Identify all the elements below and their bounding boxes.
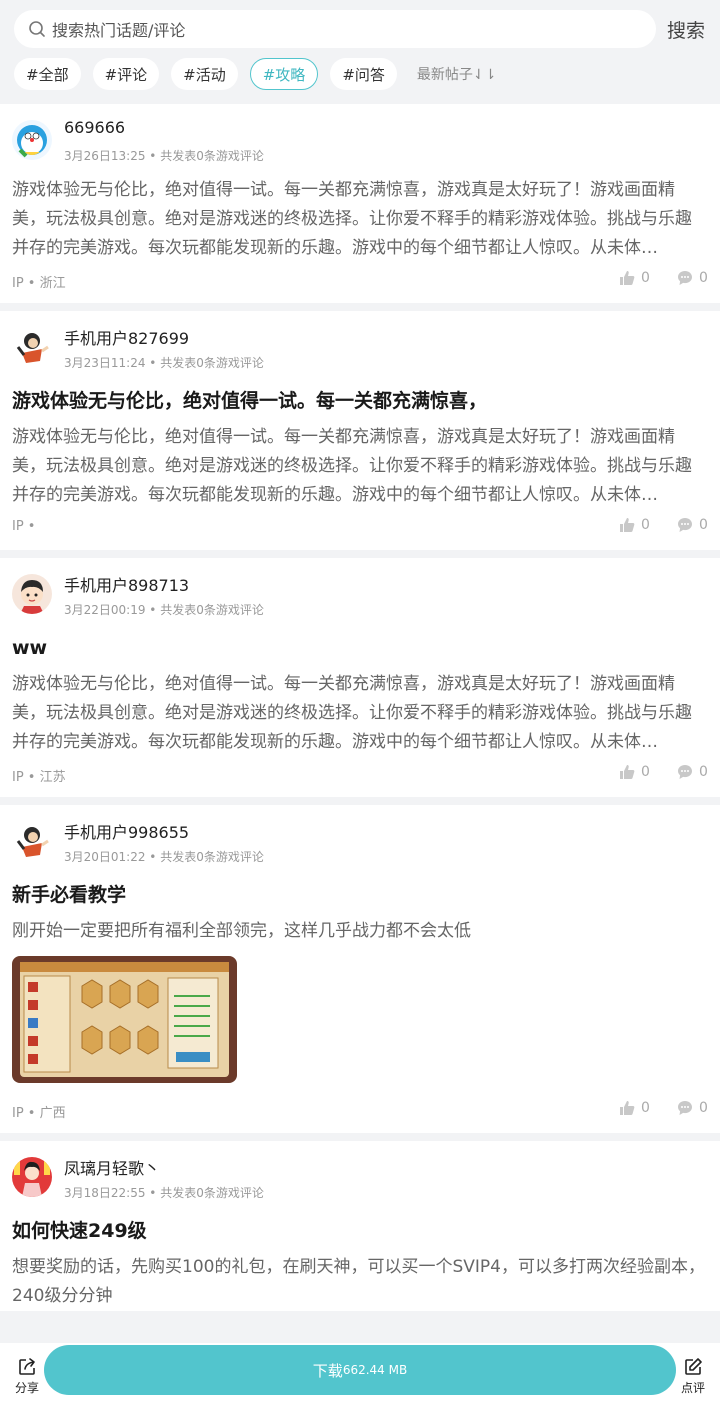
post-body[interactable]: 游戏体验无与伦比，绝对值得一试。每一关都充满惊喜，游戏真是太好玩了！游戏画面精美… [12, 670, 708, 757]
edit-icon [685, 1358, 702, 1375]
sort-dropdown[interactable]: 最新帖子⇃⇂ [417, 64, 496, 84]
search-placeholder: 搜索热门话题/评论 [52, 21, 186, 40]
username[interactable]: 手机用户998655 [64, 819, 189, 843]
post-meta: 3月20日01:22 • 共发表0条游戏评论 [64, 850, 264, 864]
search-icon [29, 21, 45, 37]
like-count: 0 [641, 764, 650, 780]
thumbs-up-icon [620, 271, 635, 285]
comment-button[interactable]: 0 [677, 1100, 708, 1116]
username[interactable]: 手机用户898713 [64, 572, 189, 596]
thumbs-up-icon [620, 518, 635, 532]
post-card[interactable]: 669666 3月26日13:25 • 共发表0条游戏评论 游戏体验无与伦比，绝… [0, 104, 720, 303]
comment-button[interactable]: 0 [677, 764, 708, 780]
download-button[interactable]: 下载 662.44 MB [44, 1345, 676, 1395]
ip-location: IP • 江苏 [12, 770, 66, 785]
like-count: 0 [641, 270, 650, 286]
post-card[interactable]: 手机用户827699 3月23日11:24 • 共发表0条游戏评论 游戏体验无与… [0, 311, 720, 550]
comment-icon [678, 1101, 692, 1115]
search-button[interactable]: 搜索 [667, 16, 705, 43]
thumbs-up-icon [620, 765, 635, 779]
post-title[interactable]: 新手必看教学 [12, 877, 708, 917]
review-label: 点评 [680, 1381, 705, 1395]
like-count: 0 [641, 1100, 650, 1116]
like-button[interactable]: 0 [619, 270, 650, 286]
comment-count: 0 [699, 764, 708, 780]
comment-icon [678, 271, 692, 285]
post-card[interactable]: 凤璃月轻歌丶 3月18日22:55 • 共发表0条游戏评论 如何快速249级 想… [0, 1141, 720, 1311]
post-title[interactable]: ww [12, 630, 708, 670]
post-card[interactable]: 手机用户998655 3月20日01:22 • 共发表0条游戏评论 新手必看教学… [0, 805, 720, 1133]
post-title[interactable]: 游戏体验无与伦比，绝对值得一试。每一关都充满惊喜， [12, 383, 708, 423]
avatar[interactable] [12, 574, 52, 614]
ip-location: IP • 广西 [12, 1106, 66, 1121]
tab-reviews[interactable]: #评论 [92, 58, 160, 90]
tab-all[interactable]: #全部 [14, 58, 81, 90]
post-meta: 3月26日13:25 • 共发表0条游戏评论 [64, 149, 264, 163]
post-feed: 669666 3月26日13:25 • 共发表0条游戏评论 游戏体验无与伦比，绝… [0, 104, 720, 1319]
post-title[interactable]: 如何快速249级 [12, 1213, 708, 1253]
review-button[interactable]: 点评 [678, 1357, 708, 1396]
download-size: 662.44 MB [342, 1363, 408, 1377]
tab-guides[interactable]: #攻略 [249, 58, 319, 90]
share-icon [19, 1358, 35, 1375]
download-label: 下载 [312, 1361, 343, 1380]
comment-count: 0 [699, 1100, 708, 1116]
username[interactable]: 手机用户827699 [64, 325, 189, 349]
comment-icon [678, 765, 692, 779]
comment-button[interactable]: 0 [677, 270, 708, 286]
like-button[interactable]: 0 [619, 517, 650, 533]
post-meta: 3月23日11:24 • 共发表0条游戏评论 [64, 356, 264, 370]
share-button[interactable]: 分享 [12, 1357, 42, 1396]
ip-location: IP • 浙江 [12, 276, 66, 291]
username[interactable]: 669666 [64, 118, 125, 137]
comment-icon [678, 518, 692, 532]
header: 搜索热门话题/评论 搜索 #全部 #评论 #活动 #攻略 #问答 最新帖子⇃⇂ [0, 0, 720, 104]
comment-button[interactable]: 0 [677, 517, 708, 533]
tab-events[interactable]: #活动 [171, 58, 238, 90]
avatar[interactable] [12, 1157, 52, 1197]
post-body[interactable]: 游戏体验无与伦比，绝对值得一试。每一关都充满惊喜，游戏真是太好玩了！游戏画面精美… [12, 423, 708, 510]
comment-count: 0 [699, 517, 708, 533]
avatar[interactable] [12, 120, 52, 160]
tab-qa[interactable]: #问答 [330, 58, 397, 90]
post-meta: 3月18日22:55 • 共发表0条游戏评论 [64, 1186, 264, 1200]
post-image[interactable] [12, 956, 237, 1083]
like-count: 0 [641, 517, 650, 533]
share-label: 分享 [14, 1381, 39, 1395]
like-button[interactable]: 0 [619, 764, 650, 780]
bottom-action-bar: 分享 下载 662.44 MB 点评 [0, 1343, 720, 1403]
post-card[interactable]: 手机用户898713 3月22日00:19 • 共发表0条游戏评论 ww 游戏体… [0, 558, 720, 797]
post-body[interactable]: 刚开始一定要把所有福利全部领完，这样几乎战力都不会太低 [12, 917, 708, 946]
avatar[interactable] [12, 821, 52, 861]
ip-location: IP • [12, 519, 36, 534]
topic-tabs: #全部 #评论 #活动 #攻略 #问答 最新帖子⇃⇂ [14, 58, 496, 90]
post-body[interactable]: 想要奖励的话，先购买100的礼包，在刷天神，可以买一个SVIP4，可以多打两次经… [12, 1253, 708, 1311]
avatar[interactable] [12, 327, 52, 367]
search-input[interactable]: 搜索热门话题/评论 [14, 10, 656, 48]
comment-count: 0 [699, 270, 708, 286]
like-button[interactable]: 0 [619, 1100, 650, 1116]
thumbs-up-icon [620, 1101, 635, 1115]
username[interactable]: 凤璃月轻歌丶 [64, 1155, 160, 1179]
post-body[interactable]: 游戏体验无与伦比，绝对值得一试。每一关都充满惊喜，游戏真是太好玩了！游戏画面精美… [12, 176, 708, 263]
post-meta: 3月22日00:19 • 共发表0条游戏评论 [64, 603, 264, 617]
